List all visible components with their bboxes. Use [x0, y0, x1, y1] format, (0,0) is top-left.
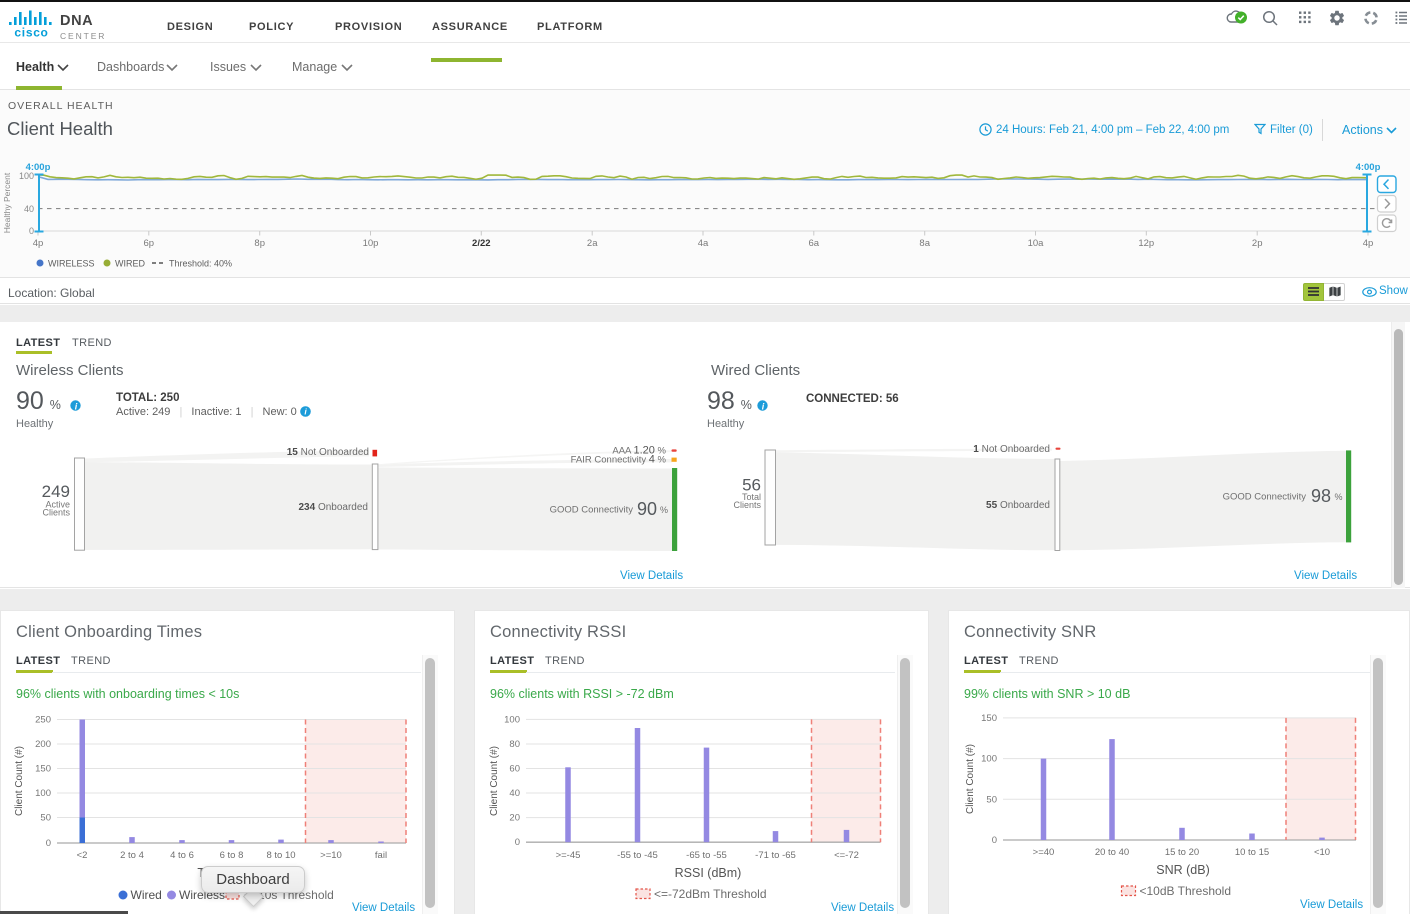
svg-text:150: 150 — [35, 764, 51, 775]
svg-text:Client Count (#): Client Count (#) — [489, 746, 500, 816]
svg-text:Clients: Clients — [733, 500, 761, 510]
svg-text:249: 249 — [42, 482, 70, 501]
svg-text:234 Onboarded: 234 Onboarded — [298, 502, 368, 513]
svg-text:0: 0 — [29, 226, 34, 236]
svg-text:2/22: 2/22 — [472, 238, 491, 249]
svg-text:SNR (dB): SNR (dB) — [1156, 863, 1209, 877]
svg-text:<10dB Threshold: <10dB Threshold — [1140, 884, 1232, 898]
svg-text:150: 150 — [981, 713, 997, 724]
svg-text:10 to 15: 10 to 15 — [1235, 847, 1269, 858]
svg-text:>=-45: >=-45 — [556, 850, 581, 861]
svg-text:WIRELESS: WIRELESS — [48, 259, 95, 269]
svg-text:50: 50 — [40, 813, 51, 824]
svg-text:>=40: >=40 — [1033, 847, 1055, 858]
svg-text:0: 0 — [46, 838, 51, 849]
svg-text:15 to 20: 15 to 20 — [1165, 847, 1199, 858]
svg-text:4:00p: 4:00p — [1356, 162, 1381, 173]
svg-text:100: 100 — [981, 754, 997, 765]
svg-text:98: 98 — [1311, 486, 1331, 506]
svg-text:8p: 8p — [254, 238, 265, 249]
svg-text:4p: 4p — [33, 238, 44, 249]
svg-text:8a: 8a — [919, 238, 930, 249]
svg-text:2p: 2p — [1252, 238, 1263, 249]
svg-text:WIRED: WIRED — [115, 259, 145, 269]
svg-text:100: 100 — [35, 788, 51, 799]
svg-text:2 to 4: 2 to 4 — [120, 850, 144, 861]
svg-text:2a: 2a — [587, 238, 598, 249]
svg-text:<=-72dBm Threshold: <=-72dBm Threshold — [654, 887, 767, 901]
svg-text:10p: 10p — [363, 238, 379, 249]
svg-text:-71 to -65: -71 to -65 — [755, 850, 796, 861]
svg-text:20 to 40: 20 to 40 — [1095, 847, 1129, 858]
svg-text:Healthy Percent: Healthy Percent — [2, 172, 12, 233]
svg-text:100: 100 — [19, 171, 34, 181]
svg-text:Client Count (#): Client Count (#) — [14, 746, 25, 816]
svg-text:%: % — [1335, 492, 1343, 502]
svg-text:GOOD Connectivity: GOOD Connectivity — [1223, 492, 1307, 503]
svg-text:Client Count (#): Client Count (#) — [965, 744, 976, 814]
svg-text:10a: 10a — [1028, 238, 1045, 249]
svg-text:1 Not Onboarded: 1 Not Onboarded — [973, 444, 1050, 455]
svg-text:Clients: Clients — [42, 508, 70, 518]
svg-text:>=10: >=10 — [320, 850, 342, 861]
svg-text:Threshold: 40%: Threshold: 40% — [169, 259, 232, 269]
svg-text:90: 90 — [637, 499, 657, 519]
svg-text:<10: <10 — [1314, 847, 1330, 858]
svg-text:GOOD Connectivity: GOOD Connectivity — [550, 505, 634, 516]
svg-text:6 to 8: 6 to 8 — [220, 850, 244, 861]
svg-text:4 to 6: 4 to 6 — [170, 850, 194, 861]
svg-text:15 Not Onboarded: 15 Not Onboarded — [287, 447, 369, 458]
svg-text:12p: 12p — [1138, 238, 1154, 249]
svg-text:0: 0 — [515, 837, 520, 848]
svg-text:FAIR Connectivity 4 %: FAIR Connectivity 4 % — [571, 454, 667, 466]
svg-text:200: 200 — [35, 739, 51, 750]
svg-text:Wired: Wired — [131, 888, 162, 902]
svg-text:8 to 10: 8 to 10 — [266, 850, 295, 861]
svg-text:6p: 6p — [144, 238, 155, 249]
svg-text:55 Onboarded: 55 Onboarded — [986, 500, 1050, 511]
svg-text:<2: <2 — [77, 850, 88, 861]
svg-text:-55 to -45: -55 to -45 — [617, 850, 658, 861]
svg-text:0: 0 — [992, 835, 997, 846]
svg-text:RSSI (dBm): RSSI (dBm) — [675, 866, 742, 880]
svg-text:4a: 4a — [698, 238, 709, 249]
svg-text:4p: 4p — [1363, 238, 1374, 249]
svg-text:fail: fail — [375, 850, 387, 861]
svg-text:%: % — [660, 505, 668, 515]
svg-text:40: 40 — [24, 204, 34, 214]
svg-text:100: 100 — [504, 714, 520, 725]
svg-text:20: 20 — [509, 813, 520, 824]
svg-text:50: 50 — [986, 794, 997, 805]
svg-text:6a: 6a — [809, 238, 820, 249]
svg-text:80: 80 — [509, 739, 520, 750]
svg-text:<=-72: <=-72 — [834, 850, 859, 861]
svg-text:-65 to -55: -65 to -55 — [686, 850, 727, 861]
svg-text:40: 40 — [509, 788, 520, 799]
svg-text:250: 250 — [35, 715, 51, 726]
svg-text:60: 60 — [509, 764, 520, 775]
